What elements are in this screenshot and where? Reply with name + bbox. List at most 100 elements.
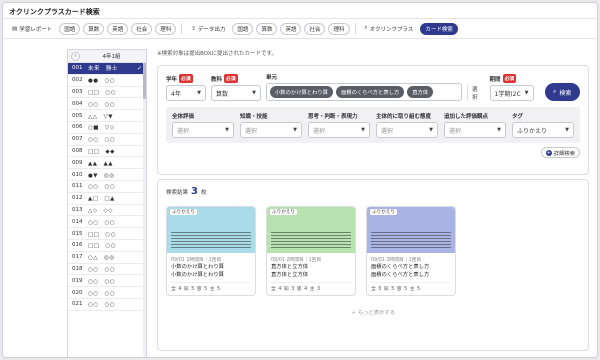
student-row[interactable]: 012 ▲□ □▲: [68, 193, 146, 205]
student-row[interactable]: 015 □□ ○○: [68, 228, 146, 240]
student-row[interactable]: 010 ●▼ ◎◎: [68, 169, 146, 181]
student-row[interactable]: 011 ○○ ○○: [68, 181, 146, 193]
student-name: ●● ○○: [88, 78, 116, 85]
chevron-left-icon[interactable]: ‹: [71, 51, 80, 61]
result-card[interactable]: ふりかえり 09/01 2時間目｜1回目 直方体と立方体 直方体と立方体全 4 知 3…: [266, 206, 356, 296]
student-row[interactable]: 004 ○○ ○○: [68, 98, 146, 111]
student-name: ○○ ○○: [88, 278, 116, 285]
evaluation-select-value: 選択: [313, 127, 326, 135]
toolbar-button[interactable]: 算数: [83, 22, 105, 35]
evaluation-filter-label: タグ: [512, 113, 524, 120]
filter-card: 学年 必須 4年 ▼ 教科 必須 算数 ▼ 単元 小数のかけ算とわり算 面積のくらべ方と…: [157, 65, 589, 175]
unit-chip[interactable]: 面積のくらべ方と表し方: [335, 86, 405, 98]
toolbar-button[interactable]: ▤ 学習レポート: [8, 23, 56, 35]
student-name: □□ ○○: [88, 243, 116, 250]
toolbar-button[interactable]: 国語: [232, 22, 254, 35]
card-date: 09/01 3時間目｜1回目: [371, 258, 422, 263]
evaluation-select[interactable]: 選択 ▼: [172, 122, 234, 138]
result-card[interactable]: ふりかえり 09/01 1時間目｜1回目 小数のかけ算とわり算 小数のかけ算とわり算全…: [166, 206, 256, 296]
card-tag: ふりかえり: [370, 209, 397, 215]
student-row[interactable]: 009 ▲▲ ▲▲: [68, 157, 146, 170]
evaluation-select[interactable]: ふりかえり ▼: [512, 122, 574, 138]
student-row[interactable]: 017 ○△ ◎◎: [68, 252, 146, 264]
toolbar-button[interactable]: 英語: [107, 22, 129, 35]
sidebar-scrollbar[interactable]: [143, 63, 146, 357]
student-list: 001 未来 勝士 ✓ 002 ●● ○○ 003 □□ ○○ 004 ○○ ○○ 005 △△ ▽…: [68, 63, 146, 311]
toolbar-button[interactable]: 算数: [256, 22, 278, 35]
evaluation-select[interactable]: 選択 ▼: [444, 122, 506, 138]
results-unit: 枚: [200, 190, 207, 196]
result-card[interactable]: ふりかえり 09/01 3時間目｜1回目 面積のくらべ方と表し方 面積のくらべ方と表し…: [366, 206, 456, 296]
card-subtitle: 面積のくらべ方と表し方: [371, 272, 430, 278]
toolbar-button[interactable]: 社会: [131, 22, 153, 35]
caret-down-icon: ▼: [565, 127, 569, 133]
student-row[interactable]: 020 ○○ ○○: [68, 287, 146, 299]
student-row[interactable]: 007 ○○ ○○: [68, 134, 146, 146]
toolbar-button-label: 学習レポート: [19, 26, 53, 33]
unit-select-button[interactable]: 選択: [467, 85, 485, 101]
evaluation-select[interactable]: 選択 ▼: [308, 122, 370, 138]
student-row[interactable]: 016 □□ ○○: [68, 240, 146, 252]
toolbar-button[interactable]: ⇪ データ出力: [187, 23, 229, 35]
results-count: 3: [191, 186, 198, 197]
scrollbar-thumb[interactable]: [143, 63, 146, 99]
student-number: 009: [72, 159, 83, 166]
unit-chip[interactable]: 直方体: [407, 86, 434, 98]
student-row[interactable]: 002 ●● ○○: [68, 75, 146, 87]
unit-label: 単元: [266, 74, 278, 81]
student-name: ○○ ○○: [88, 219, 116, 226]
results-header: 検索結果 3 枚: [166, 186, 580, 200]
toolbar-button[interactable]: ⌕ オクリンクプラス: [361, 23, 418, 35]
toolbar-button[interactable]: 英語: [280, 22, 302, 35]
toolbar-button[interactable]: カード検索: [420, 22, 458, 35]
detail-search-label: 詳細検索: [553, 150, 575, 157]
student-row[interactable]: 018 ○○ ○○: [68, 264, 146, 276]
evaluation-filter: 追加した評価観点選択 ▼: [444, 111, 506, 139]
student-number: 018: [72, 265, 83, 272]
toolbar-button[interactable]: 理科: [328, 22, 350, 35]
student-sidebar: ‹ 4年1組 001 未来 勝士 ✓ 002 ●● ○○ 003 □□ ○○ 004 ○○ ○○…: [67, 49, 147, 357]
toolbar-separator: [181, 23, 183, 34]
student-row[interactable]: 001 未来 勝士 ✓: [68, 63, 146, 75]
grade-select[interactable]: 4年 ▼: [166, 85, 206, 101]
show-more-button[interactable]: ＋ もっと表示する: [166, 308, 580, 316]
evaluation-select-value: 選択: [177, 127, 190, 135]
caret-down-icon: ▼: [225, 127, 229, 133]
caret-down-icon: ▼: [197, 90, 201, 96]
student-row[interactable]: 005 △△ ▽▼: [68, 110, 146, 122]
results-label: 検索結果: [166, 190, 189, 196]
search-button[interactable]: ⌕ 検索: [544, 83, 580, 101]
student-row[interactable]: 008 □□ ◆◆: [68, 146, 146, 158]
student-row[interactable]: 003 □□ ○○: [68, 87, 146, 99]
student-row[interactable]: 013 △◇ ◇◇: [68, 205, 146, 217]
evaluation-filter-label: 全体評価: [172, 113, 195, 120]
toolbar-button[interactable]: 理科: [155, 22, 177, 35]
unit-chip[interactable]: 小数のかけ算とわり算: [270, 86, 333, 98]
unit-select[interactable]: 小数のかけ算とわり算 面積のくらべ方と表し方 直方体: [266, 83, 462, 101]
detail-search-button[interactable]: + 詳細検索: [540, 147, 580, 158]
student-number: 008: [72, 147, 83, 154]
student-number: 004: [72, 100, 83, 107]
evaluation-filter-label: 追加した評価観点: [444, 113, 489, 120]
evaluation-select[interactable]: 選択 ▼: [240, 122, 302, 138]
subject-select[interactable]: 算数 ▼: [211, 85, 261, 101]
student-row[interactable]: 021 ○○ ○○: [68, 299, 146, 311]
student-row[interactable]: 019 ○○ ○○: [68, 275, 146, 288]
term-select[interactable]: 1学期(2C ▼: [489, 85, 534, 101]
card-subtitle: 小数のかけ算とわり算: [171, 272, 224, 278]
card-title: 面積のくらべ方と表し方: [371, 264, 430, 270]
student-number: 001: [72, 65, 83, 72]
student-number: 002: [72, 77, 83, 84]
card-subtitle: 直方体と立方体: [271, 272, 309, 278]
evaluation-filter: 思考・判断・表現力 選択 ▼: [308, 111, 370, 139]
card-thumbnail: ふりかえり: [267, 207, 355, 253]
subject-value: 算数: [216, 90, 229, 98]
student-row[interactable]: 014 ○○ ○○: [68, 216, 146, 229]
card-thumbnail: ふりかえり: [367, 207, 455, 253]
toolbar-button[interactable]: 社会: [304, 22, 326, 35]
toolbar-button[interactable]: 国語: [59, 22, 81, 35]
evaluation-select[interactable]: 選択 ▼: [376, 122, 438, 138]
required-badge: 必須: [502, 74, 517, 83]
term-value: 1学期(2C: [494, 90, 521, 98]
student-row[interactable]: 006 ○■ ▽◇: [68, 122, 146, 134]
